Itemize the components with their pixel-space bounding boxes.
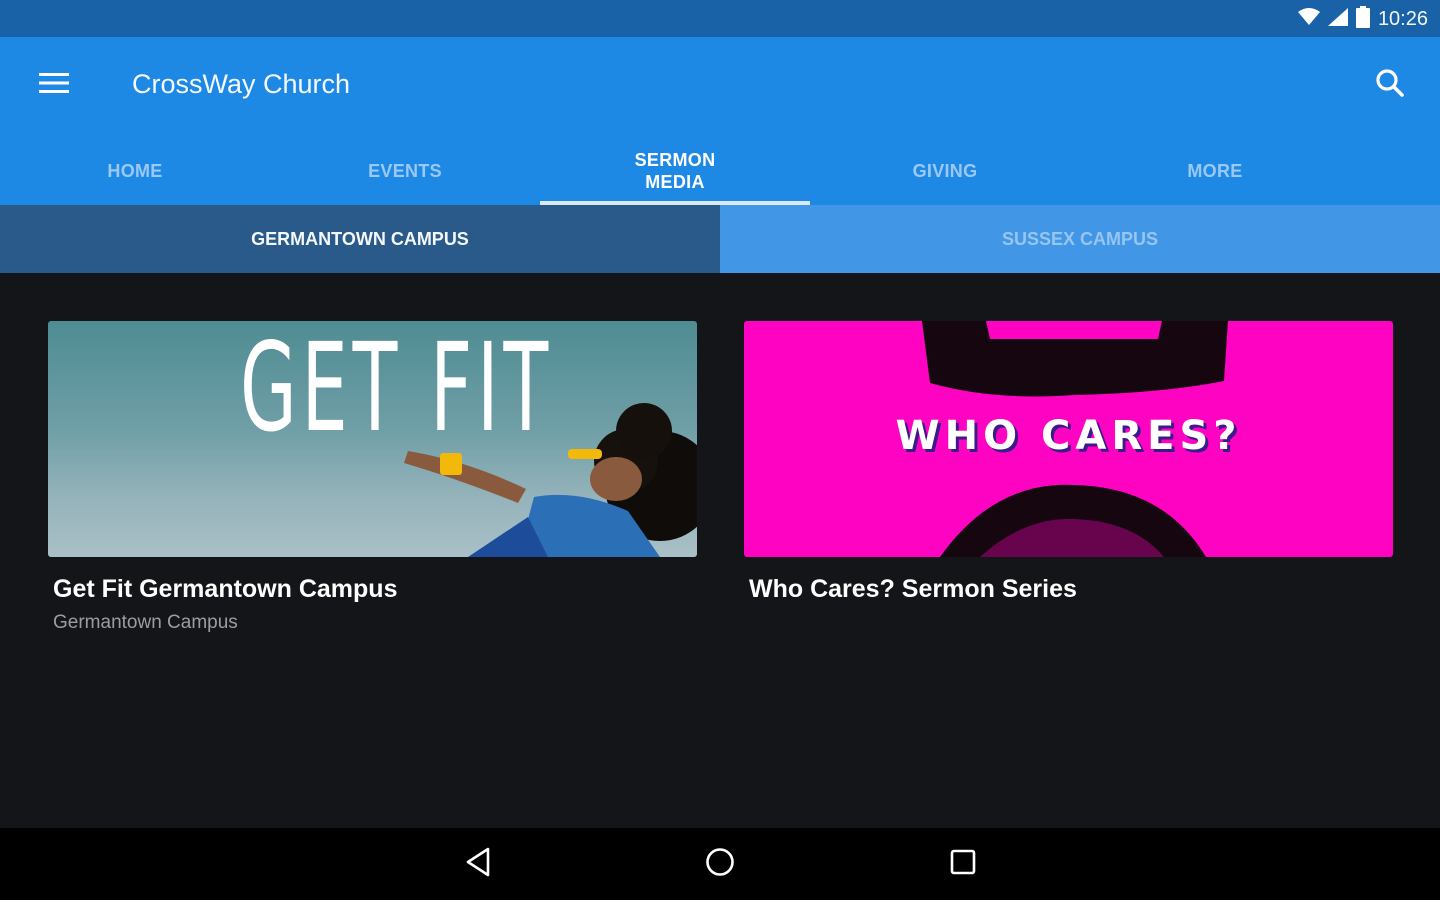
card-subtitle: Germantown Campus [53,612,238,633]
back-button[interactable] [458,844,498,884]
app-bar: CrossWay Church HOME EVENTS SERMON MEDIA… [0,37,1440,205]
tab-label: HOME [107,161,163,181]
system-nav-bar [0,828,1440,900]
tab-label: GIVING [912,161,978,181]
status-icons: 10:26 [1297,6,1428,32]
search-button[interactable] [1370,65,1410,105]
tab-label: EVENTS [368,161,442,181]
sermon-list: GET FIT Get Fit Germantown Campus German… [0,273,1440,828]
signal-icon [1327,8,1348,30]
tab-sermon-media[interactable]: SERMON MEDIA [540,137,810,205]
main-tabs: HOME EVENTS SERMON MEDIA GIVING MORE [0,137,1440,205]
battery-icon [1355,6,1370,32]
recents-icon [950,849,976,879]
tab-more[interactable]: MORE [1080,137,1350,205]
thumbnail-text: WHO CARES? [895,413,1242,459]
tab-home[interactable]: HOME [0,137,270,205]
back-icon [465,847,491,881]
status-bar: 10:26 [0,0,1440,37]
sermon-card-who-cares[interactable]: WHO CARES? Who Cares? Sermon Series [744,321,1393,604]
home-icon [705,847,735,881]
thumbnail-text: GET FIT [240,321,553,459]
sermon-thumbnail: GET FIT [48,321,697,557]
app-title: CrossWay Church [132,69,351,99]
recents-button[interactable] [943,844,983,884]
tab-label: SERMON MEDIA [634,150,716,192]
campus-tabs: GERMANTOWN CAMPUS SUSSEX CAMPUS [0,205,1440,273]
menu-button[interactable] [30,67,78,103]
tab-label: MORE [1187,161,1243,181]
card-title: Get Fit Germantown Campus [53,575,398,603]
tab-giving[interactable]: GIVING [810,137,1080,205]
hamburger-menu-icon [39,72,69,98]
status-time: 10:26 [1377,7,1428,30]
tab-germantown-campus[interactable]: GERMANTOWN CAMPUS [0,205,720,273]
tab-sussex-campus[interactable]: SUSSEX CAMPUS [720,205,1440,273]
card-title: Who Cares? Sermon Series [749,575,1077,603]
home-button[interactable] [700,844,740,884]
search-icon [1375,68,1405,102]
tab-events[interactable]: EVENTS [270,137,540,205]
sermon-thumbnail: WHO CARES? [744,321,1393,557]
sermon-card-get-fit[interactable]: GET FIT Get Fit Germantown Campus German… [48,321,697,634]
wifi-icon [1297,8,1320,30]
